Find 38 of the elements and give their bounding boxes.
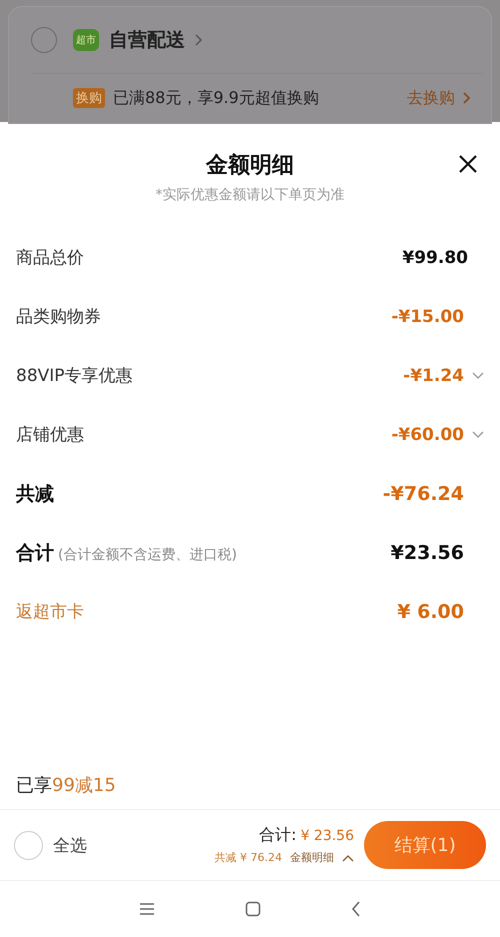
store-checkbox[interactable] — [31, 27, 57, 53]
row-value: -¥15.00 — [391, 306, 464, 326]
chevron-right-icon — [463, 92, 471, 104]
chevron-down-icon[interactable] — [472, 430, 484, 438]
row-label: 店铺优惠 — [16, 424, 84, 446]
details-link[interactable]: 金额明细 — [290, 850, 334, 865]
sheet-title: 金额明细 — [206, 152, 294, 180]
row-label: 返超市卡 — [16, 601, 84, 623]
row-value: ¥23.56 — [390, 542, 464, 564]
back-icon[interactable] — [351, 901, 361, 917]
promo-tag: 换购 — [73, 88, 105, 108]
row-value: ¥99.80 — [402, 248, 468, 268]
store-badge: 超市 — [73, 29, 99, 51]
row-label: 品类购物券 — [16, 306, 101, 328]
chevron-up-icon[interactable] — [342, 854, 354, 862]
offer-summary: 已享99减15 — [16, 774, 117, 798]
select-all-label[interactable]: 全选 — [53, 834, 87, 856]
row-value: -¥1.24 — [403, 366, 464, 386]
chevron-down-icon[interactable] — [472, 372, 484, 380]
sheet-subtitle: *实际优惠金额请以下单页为准 — [154, 186, 346, 204]
total-value: ¥ 23.56 — [300, 828, 354, 844]
row-note: (合计金额不含运费、进口税) — [58, 546, 237, 564]
home-icon[interactable] — [245, 901, 261, 917]
row-value: -¥60.00 — [391, 424, 464, 444]
chevron-right-icon — [195, 34, 203, 46]
promo-text: 已满88元，享9.9元超值换购 — [113, 88, 320, 108]
row-label: 共减 — [16, 482, 54, 506]
row-value: ¥ 6.00 — [397, 600, 464, 622]
row-label: 88VIP专享优惠 — [16, 365, 133, 387]
total-label: 合计: — [259, 825, 297, 846]
row-label: 合计 — [16, 540, 54, 566]
saved-amount: 共减 ¥ 76.24 — [214, 850, 282, 865]
close-icon[interactable] — [458, 154, 478, 174]
row-label: 商品总价 — [16, 247, 84, 269]
row-value: -¥76.24 — [382, 482, 464, 504]
menu-icon[interactable] — [139, 902, 155, 916]
store-name[interactable]: 自营配送 — [109, 27, 185, 53]
select-all-checkbox[interactable] — [14, 830, 43, 860]
